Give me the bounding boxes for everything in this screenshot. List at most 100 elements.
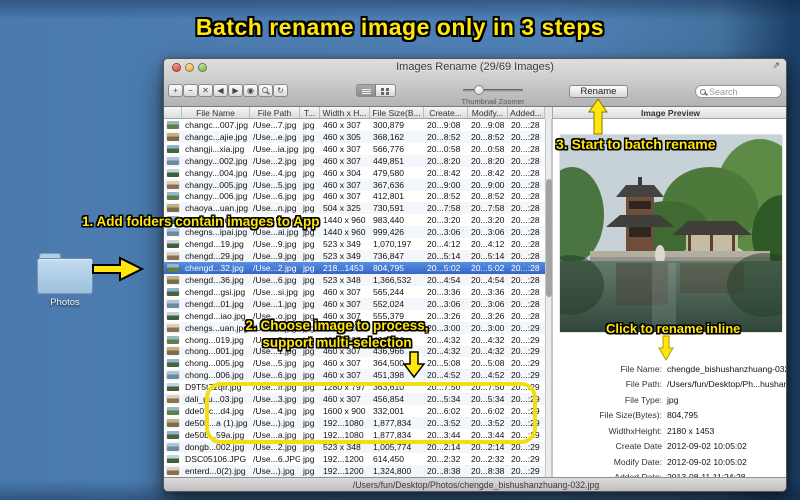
rename-button[interactable]: Rename <box>569 85 628 98</box>
metadata-value[interactable]: jpg <box>662 395 678 405</box>
step2-down-arrow-icon <box>402 351 426 379</box>
table-row[interactable]: changc...ajie.jpg/Use...e.jpg jpg 460 x 30… <box>164 130 545 143</box>
cell: 20...8:52 <box>471 131 505 142</box>
table-row[interactable]: chengd...gsi.jpg/Use...si.jpg jpg 460 x 30… <box>164 286 545 298</box>
rename-up-arrow-icon <box>588 98 608 135</box>
cell: chengd...36.jpg <box>185 274 244 285</box>
cell: 20...2:32 <box>427 453 461 464</box>
table-row[interactable]: DSC05106.JPG/Use...6.JPG jpg 192...1200 614… <box>164 453 545 465</box>
cell: 20...:28 <box>511 215 540 226</box>
cell: 460 x 307 <box>323 191 361 202</box>
table-row[interactable]: chengd...01.jpg/Use...1.jpg jpg 460 x 307 5… <box>164 297 545 310</box>
cell: 460 x 305 <box>323 131 361 142</box>
table-row[interactable]: changy...004.jpg/Use...4.jpg jpg 460 x 304… <box>164 167 545 179</box>
table-row[interactable]: chong...005.jpg/Use...5.jpg jpg 460 x 307 3… <box>164 357 545 369</box>
cell: 20...4:52 <box>427 370 461 381</box>
search-icon[interactable] <box>258 84 273 97</box>
metadata-label: Create Date <box>615 441 662 452</box>
annotation-inline-rename: Click to rename inline <box>606 321 741 336</box>
cell: 20...5:14 <box>471 251 505 262</box>
search-input[interactable]: Search <box>695 85 782 98</box>
metadata-value[interactable]: 804,795 <box>662 410 698 420</box>
forward-icon[interactable]: ▶ <box>228 84 243 97</box>
metadata-value[interactable]: chengde_bishushanzhuang-032.jpg <box>662 364 786 374</box>
cell: 1,070,197 <box>373 239 412 250</box>
table-row[interactable]: chengd...36.jpg/Use...6.jpg jpg 523 x 348 1… <box>164 273 545 286</box>
column-header[interactable]: Width x H... <box>320 107 370 118</box>
grid-view-icon[interactable] <box>376 85 395 96</box>
table-scrollbar-thumb[interactable] <box>545 179 552 297</box>
table-scrollbar[interactable] <box>545 119 552 477</box>
table-row[interactable]: chengd...19.jpg/Use...9.jpg jpg 523 x 349 1… <box>164 238 545 250</box>
cell: changc...ajie.jpg <box>185 131 248 142</box>
metadata-value[interactable]: 2180 x 1453 <box>662 426 714 436</box>
cell: /Use...1.jpg <box>253 298 297 309</box>
list-view-icon[interactable] <box>357 85 376 96</box>
thumbnail-icon <box>167 156 179 165</box>
cell: 20...:28 <box>511 119 540 130</box>
cell: jpg <box>303 286 315 297</box>
table-row[interactable]: changy...006.jpg/Use...6.jpg jpg 460 x 307… <box>164 191 545 203</box>
cell: 20...:28 <box>511 239 540 250</box>
table-row[interactable]: changc...007.jpg/Use...7.jpg jpg 460 x 307… <box>164 119 545 131</box>
column-header[interactable]: File Name <box>182 107 250 118</box>
metadata-value[interactable]: 2012-09-02 10:05:02 <box>662 457 747 467</box>
column-header[interactable]: Modify... <box>468 107 508 118</box>
cell: 20...4:12 <box>427 239 461 250</box>
cell: 20...8:20 <box>471 155 505 166</box>
column-header[interactable]: File Size(B... <box>370 107 424 118</box>
cell: chengd...19.jpg <box>185 239 244 250</box>
column-header[interactable]: Added... <box>508 107 545 118</box>
cell: 20...:28 <box>511 251 540 262</box>
thumbnail-icon <box>167 228 179 237</box>
cell: 20...:28 <box>511 155 540 166</box>
thumbnail-zoomer-slider[interactable] <box>463 89 523 92</box>
table-row[interactable]: chaoya...uan.jpg/Use...n.jpg jpg 504 x 325… <box>164 202 545 215</box>
cell: /Use...2.jpg <box>253 155 297 166</box>
icon-column-header <box>164 107 182 118</box>
thumbnail-icon <box>167 240 179 249</box>
cell: chengd...29.jpg <box>185 251 244 262</box>
cell: 20...8:38 <box>427 465 461 476</box>
cell: jpg <box>303 191 315 202</box>
thumbnail-icon <box>167 347 179 356</box>
cell: 736,847 <box>373 251 405 262</box>
cell: 460 x 307 <box>323 179 361 190</box>
annotation-step3: 3. Start to batch rename <box>556 136 716 152</box>
table-row[interactable]: chengd...32.jpg/Use...2.jpg jpg 218...1453… <box>164 262 545 274</box>
column-header[interactable]: File Path <box>250 107 300 118</box>
cell: chengd...01.jpg <box>185 298 244 309</box>
thumbnail-icon <box>167 323 179 332</box>
table-row[interactable]: chengd...29.jpg/Use...9.jpg jpg 523 x 349 7… <box>164 250 545 263</box>
file-metadata-list: File Name:chengde_bishushanzhuang-032.jp… <box>556 361 786 485</box>
cell: /Use...ia.jpg <box>253 143 299 154</box>
column-header[interactable]: T... <box>300 107 320 118</box>
preview-eye-icon[interactable]: ◉ <box>243 84 258 97</box>
cell: /Use...9.jpg <box>253 239 297 250</box>
table-row[interactable]: changy...002.jpg/Use...2.jpg jpg 460 x 307… <box>164 154 545 167</box>
metadata-value[interactable]: 2012-09-02 10:05:02 <box>662 441 747 451</box>
table-row[interactable]: changji...xia.jpg/Use...ia.jpg jpg 460 x 3… <box>164 143 545 155</box>
add-icon[interactable]: + <box>168 84 183 97</box>
photos-folder-icon[interactable] <box>37 258 93 294</box>
back-icon[interactable]: ◀ <box>213 84 228 97</box>
column-header[interactable]: Create... <box>424 107 468 118</box>
delete-icon[interactable]: ✕ <box>198 84 213 97</box>
thumbnail-icon <box>167 430 179 439</box>
thumbnail-icon <box>167 192 179 201</box>
cell: 20...3:26 <box>471 310 505 321</box>
cell: 460 x 304 <box>323 167 361 178</box>
table-row[interactable]: enterd...0(2).jpg/Use...).jpg jpg 192...12… <box>164 464 545 477</box>
cell: /Use...7.jpg <box>253 119 297 130</box>
thumbnail-zoomer-knob[interactable] <box>474 85 484 95</box>
metadata-row: Modify Date: 2012-09-02 10:05:02 <box>556 454 786 470</box>
fullscreen-icon[interactable]: ⇗ <box>772 60 780 71</box>
cell: jpg <box>303 179 315 190</box>
cell: chaoya...uan.jpg <box>185 203 249 214</box>
remove-icon[interactable]: − <box>183 84 198 97</box>
table-row[interactable]: changy...005.jpg/Use...5.jpg jpg 460 x 307… <box>164 178 545 191</box>
refresh-icon[interactable]: ↻ <box>273 84 288 97</box>
metadata-value[interactable]: /Users/fun/Desktop/Ph...hushanzhuang-032… <box>662 379 786 389</box>
table-row[interactable]: chong...006.jpg/Use...6.jpg jpg 460 x 307 4… <box>164 369 545 382</box>
cell: 20...:28 <box>511 191 540 202</box>
